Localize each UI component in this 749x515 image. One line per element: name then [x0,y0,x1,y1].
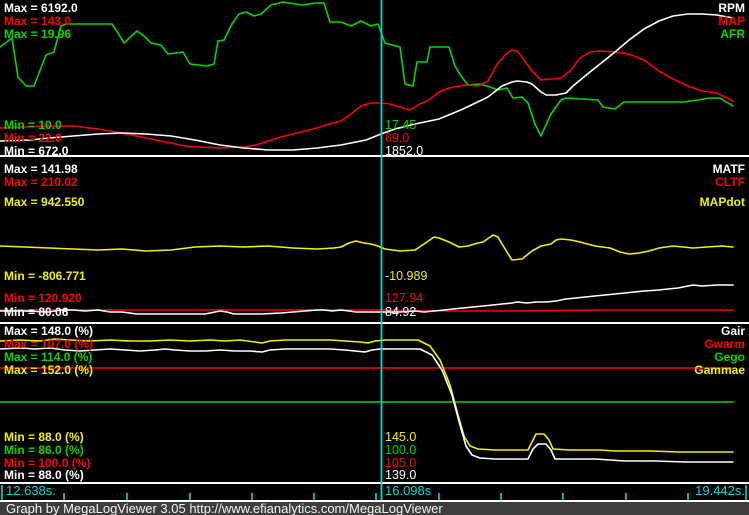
trace-rpm [0,13,734,151]
panel-divider [0,322,749,324]
time-axis: 12.638s. 16.098s 19.442s. [0,484,749,500]
time-end-label: 19.442s. [695,483,745,498]
time-start-label: 12.638s. [6,483,56,498]
trace-mapdot [0,234,734,261]
megalogviewer-window: Max = 6192.0 Max = 143.0 Max = 19.96 Min = … [0,0,749,515]
panel-divider [0,155,749,157]
trace-cltf [0,309,734,312]
status-bar: Graph by MegaLogViewer 3.05 http://www.e… [0,500,749,515]
trace-afr [0,1,734,137]
status-text: Graph by MegaLogViewer 3.05 http://www.e… [6,501,443,515]
graph-area[interactable] [0,0,749,515]
trace-gammae [0,338,734,453]
trace-gair [0,347,734,463]
time-cursor-label: 16.098s [385,483,432,498]
